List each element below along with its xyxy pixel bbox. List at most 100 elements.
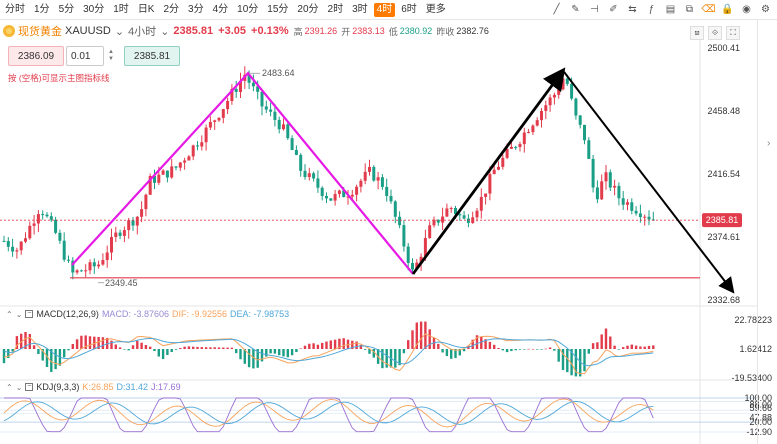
fullscreen-button[interactable]: ⛶ — [726, 26, 740, 40]
collapse-box-icon[interactable]: − — [25, 383, 34, 391]
macd-histogram-bar — [364, 349, 367, 350]
last-price: 2385.81 — [173, 25, 214, 37]
macd-histogram-bar — [252, 349, 255, 369]
macd-histogram-bar — [200, 347, 203, 349]
macd-histogram-bar — [63, 349, 66, 358]
timeframe-2[interactable]: 5分 — [56, 3, 78, 17]
lot-stepper[interactable]: ▲ ▼ — [106, 46, 116, 66]
prev-close-label: 昨收 — [436, 26, 455, 37]
macd-histogram-bar — [204, 347, 208, 349]
candle-body — [36, 214, 40, 224]
expand-icon[interactable]: ⌃ — [6, 310, 13, 319]
timeframe-1[interactable]: 1分 — [31, 3, 53, 17]
timeframe-6[interactable]: 2分 — [160, 3, 182, 17]
brush-icon[interactable]: ✐ — [606, 2, 621, 17]
price-tick-label: 2416.54 — [707, 169, 740, 179]
candle-body — [114, 232, 118, 238]
candle-body — [294, 150, 298, 155]
candle-body — [535, 120, 539, 126]
candle-body — [350, 194, 354, 197]
macd-histogram-bar — [265, 349, 268, 357]
hide-icon[interactable]: ⌄ — [16, 310, 23, 319]
indicator-settings-button[interactable]: ⟏ — [690, 26, 704, 40]
candle-body — [84, 270, 88, 272]
price-axis-panel[interactable] — [757, 20, 777, 444]
macd-histogram-bar — [411, 330, 414, 349]
snapshot-icon[interactable]: ⧉ — [682, 2, 697, 17]
lot-input[interactable]: 0.01 — [66, 46, 104, 66]
macd-histogram-bar — [290, 349, 294, 356]
macd-name[interactable]: MACD(12,26,9) — [36, 309, 99, 319]
eye-icon[interactable]: ◉ — [739, 2, 754, 17]
expand-icon[interactable]: ⌃ — [6, 383, 13, 392]
candle-body — [277, 119, 281, 130]
symbol-name[interactable]: 现货黄金 — [18, 23, 62, 39]
ruler-icon[interactable]: ⊣ — [587, 2, 602, 17]
lock-icon[interactable]: 🔒 — [720, 2, 735, 17]
macd-histogram-bar — [136, 340, 139, 349]
timeframe-12[interactable]: 2时 — [325, 3, 347, 17]
timeframe-0[interactable]: 分时 — [2, 3, 28, 17]
timeframe-label[interactable]: 4小时 — [128, 23, 156, 39]
dif-line — [3, 333, 654, 375]
kdj-header: ⌃ ⌄ − KDJ(9,3,3) K:26.85 D:31.42 J:17.69 — [6, 382, 181, 392]
timeframe-4[interactable]: 1时 — [110, 3, 132, 17]
sell-button[interactable]: 2386.09 — [8, 46, 64, 66]
candle-body — [122, 230, 126, 236]
layout-icon[interactable]: ▤ — [663, 2, 678, 17]
candle-body — [548, 97, 552, 106]
macd-histogram-bar — [626, 345, 629, 349]
collapse-panel-icon[interactable]: › — [767, 138, 770, 149]
settings-icon[interactable]: ⚙ — [758, 2, 773, 17]
timeframe-9[interactable]: 10分 — [234, 3, 261, 17]
chart-canvas[interactable]: 2385.81 2483.64 2349.45 2500.41 2458.48 2416… — [0, 0, 777, 444]
candle-body — [621, 198, 625, 205]
symbol-code[interactable]: XAUUSD — [65, 25, 111, 37]
hide-icon[interactable]: ⌄ — [16, 383, 23, 392]
macd-histogram-bar — [540, 349, 543, 350]
trend-line-icon[interactable]: ╱ — [549, 2, 564, 17]
timeframe-15[interactable]: 6时 — [398, 3, 420, 17]
snapshot-button[interactable]: ⟐ — [708, 26, 722, 40]
function-icon[interactable]: ƒ — [644, 2, 659, 17]
measure-icon[interactable]: ⇆ — [625, 2, 640, 17]
candle-body — [49, 216, 53, 220]
candle-body — [376, 177, 380, 181]
macd-histogram-bar — [235, 349, 238, 354]
dropdown-chevron-icon[interactable]: ⌄ — [115, 25, 124, 38]
macd-histogram-bar — [450, 349, 453, 359]
macd-histogram-bar — [303, 345, 307, 349]
timeframe-10[interactable]: 15分 — [264, 3, 291, 17]
timeframe-13[interactable]: 3时 — [349, 3, 371, 17]
candle-body — [359, 180, 363, 187]
kdj-name[interactable]: KDJ(9,3,3) — [36, 382, 79, 392]
candle-body — [54, 219, 58, 233]
macd-histogram-bar — [71, 344, 74, 349]
candle-body — [355, 186, 359, 195]
collapse-box-icon[interactable]: − — [25, 310, 34, 318]
timeframe-chevron-icon[interactable]: ⌄ — [160, 25, 169, 38]
timeframe-8[interactable]: 4分 — [210, 3, 232, 17]
buy-button[interactable]: 2385.81 — [124, 46, 180, 66]
macd-histogram-bar — [37, 349, 40, 355]
candle-body — [32, 223, 36, 226]
timeframe-14[interactable]: 4时 — [373, 2, 396, 17]
macd-histogram-bar — [131, 345, 135, 349]
timeframe-5[interactable]: 日K — [135, 3, 158, 17]
pencil-icon[interactable]: ✎ — [568, 2, 583, 17]
timeframe-7[interactable]: 3分 — [185, 3, 207, 17]
timeframe-3[interactable]: 30分 — [80, 3, 107, 17]
candle-body — [608, 172, 612, 188]
candle-body — [441, 216, 445, 223]
candle-body — [303, 170, 307, 178]
eraser-icon[interactable]: ⌫ — [701, 2, 716, 17]
macd-pane — [2, 321, 655, 377]
candle-body — [363, 171, 367, 181]
macd-histogram-bar — [166, 349, 169, 356]
candle-body — [325, 196, 328, 199]
timeframe-16[interactable]: 更多 — [423, 3, 449, 17]
candle-body — [97, 264, 101, 267]
candle-body — [578, 115, 582, 125]
timeframe-11[interactable]: 20分 — [294, 3, 321, 17]
k-value: 26.85 — [90, 382, 114, 392]
